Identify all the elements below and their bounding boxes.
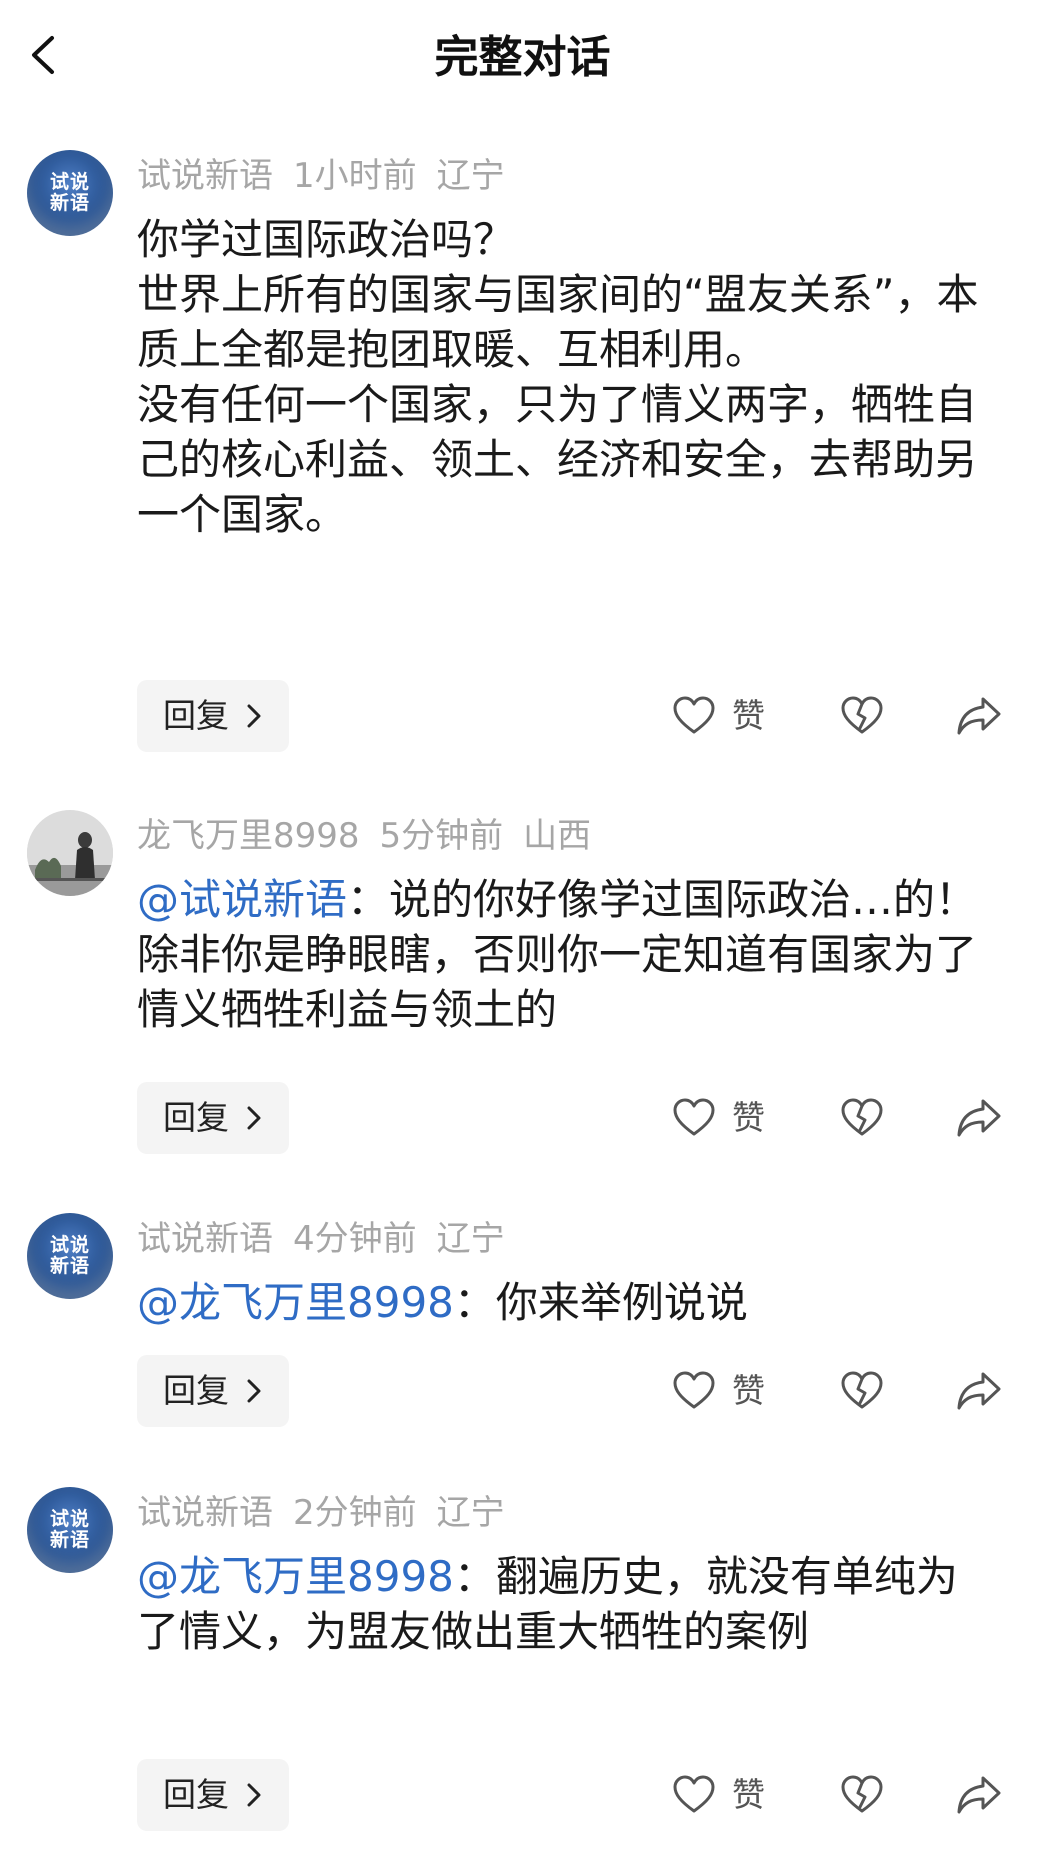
comment-actions: 赞	[0, 1082, 1045, 1154]
comment-text: @试说新语：说的你好像学过国际政治…的！除非你是睁眼瞎，否则你一定知道有国家为了…	[137, 872, 997, 1037]
heart-icon	[673, 1371, 715, 1409]
heart-icon	[673, 1775, 715, 1813]
like-button[interactable]: 赞	[672, 1759, 782, 1831]
share-button[interactable]	[955, 1759, 1003, 1831]
like-label: 赞	[732, 1775, 765, 1814]
comment-paragraph: @龙飞万里8998：你来举例说说	[137, 1275, 997, 1330]
author-name[interactable]: 试说新语	[137, 156, 273, 196]
avatar[interactable]: 试说 新语	[27, 150, 113, 236]
location: 辽宁	[436, 1219, 505, 1259]
share-icon	[957, 697, 1001, 735]
heart-icon	[673, 696, 715, 734]
comment-paragraph: 没有任何一个国家，只为了情义两字，牺牲自己的核心利益、领土、经济和安全，去帮助另…	[137, 380, 978, 539]
like-label: 赞	[732, 696, 765, 735]
mention-link[interactable]: @龙飞万里8998	[137, 1278, 454, 1327]
timestamp: 2分钟前	[293, 1493, 417, 1533]
comment-meta: 龙飞万里8998 5分钟前 山西	[137, 814, 611, 858]
comment-paragraph: @龙飞万里8998：翻遍历史，就没有单纯为了情义，为盟友做出重大牺牲的案例	[137, 1549, 997, 1659]
like-label: 赞	[732, 1371, 765, 1410]
like-button[interactable]: 赞	[672, 1082, 782, 1154]
share-icon	[957, 1099, 1001, 1137]
avatar-logo: 试说 新语	[49, 1234, 90, 1277]
dislike-button[interactable]	[840, 680, 884, 752]
timestamp: 4分钟前	[293, 1219, 417, 1259]
avatar[interactable]	[27, 810, 113, 896]
dislike-button[interactable]	[840, 1082, 884, 1154]
author-name[interactable]: 试说新语	[137, 1219, 273, 1259]
broken-heart-icon	[841, 696, 883, 734]
broken-heart-icon	[841, 1775, 883, 1813]
comment-meta: 试说新语 2分钟前 辽宁	[137, 1491, 525, 1535]
timestamp: 5分钟前	[379, 816, 504, 856]
author-name[interactable]: 龙飞万里8998	[137, 816, 360, 856]
avatar-logo: 试说 新语	[49, 1508, 90, 1551]
avatar[interactable]: 试说 新语	[27, 1487, 113, 1573]
like-button[interactable]: 赞	[672, 1355, 782, 1427]
comment-paragraph: 世界上所有的国家与国家间的“盟友关系”，本质上全都是抱团取暖、互相利用。	[137, 270, 979, 374]
dislike-button[interactable]	[840, 1355, 884, 1427]
like-label: 赞	[732, 1098, 765, 1137]
broken-heart-icon	[841, 1371, 883, 1409]
broken-heart-icon	[841, 1098, 883, 1136]
comment-text: @龙飞万里8998：你来举例说说	[137, 1275, 997, 1330]
mention-link[interactable]: @龙飞万里8998	[137, 1552, 454, 1601]
like-button[interactable]: 赞	[672, 680, 782, 752]
share-icon	[957, 1776, 1001, 1814]
mention-link[interactable]: @试说新语	[137, 875, 347, 924]
comment-meta: 试说新语 4分钟前 辽宁	[137, 1217, 525, 1261]
page-title: 完整对话	[434, 32, 611, 83]
location: 辽宁	[436, 156, 505, 196]
author-name[interactable]: 试说新语	[137, 1493, 273, 1533]
comment-paragraph: 你学过国际政治吗？	[137, 215, 516, 264]
timestamp: 1小时前	[293, 156, 417, 196]
comment-meta: 试说新语 1小时前 辽宁	[137, 154, 525, 198]
share-button[interactable]	[955, 1355, 1003, 1427]
dislike-button[interactable]	[840, 1759, 884, 1831]
comment-paragraph: @试说新语：说的你好像学过国际政治…的！除非你是睁眼瞎，否则你一定知道有国家为了…	[137, 872, 997, 1037]
location: 山西	[523, 816, 592, 856]
comment-actions: 赞	[0, 1759, 1045, 1831]
share-button[interactable]	[955, 1082, 1003, 1154]
header-bar: 完整对话	[0, 0, 1045, 118]
avatar[interactable]: 试说 新语	[27, 1213, 113, 1299]
location: 辽宁	[436, 1493, 505, 1533]
avatar-photo	[27, 810, 113, 896]
comment-text: @龙飞万里8998：翻遍历史，就没有单纯为了情义，为盟友做出重大牺牲的案例	[137, 1549, 997, 1659]
comment-body: ：你来举例说说	[453, 1278, 748, 1327]
comment-actions: 赞	[0, 680, 1045, 752]
comment-actions: 赞	[0, 1355, 1045, 1427]
avatar-logo: 试说 新语	[49, 171, 90, 214]
share-button[interactable]	[955, 680, 1003, 752]
share-icon	[957, 1372, 1001, 1410]
comment-text: 你学过国际政治吗？ 世界上所有的国家与国家间的“盟友关系”，本质上全都是抱团取暖…	[137, 212, 997, 542]
heart-icon	[673, 1098, 715, 1136]
